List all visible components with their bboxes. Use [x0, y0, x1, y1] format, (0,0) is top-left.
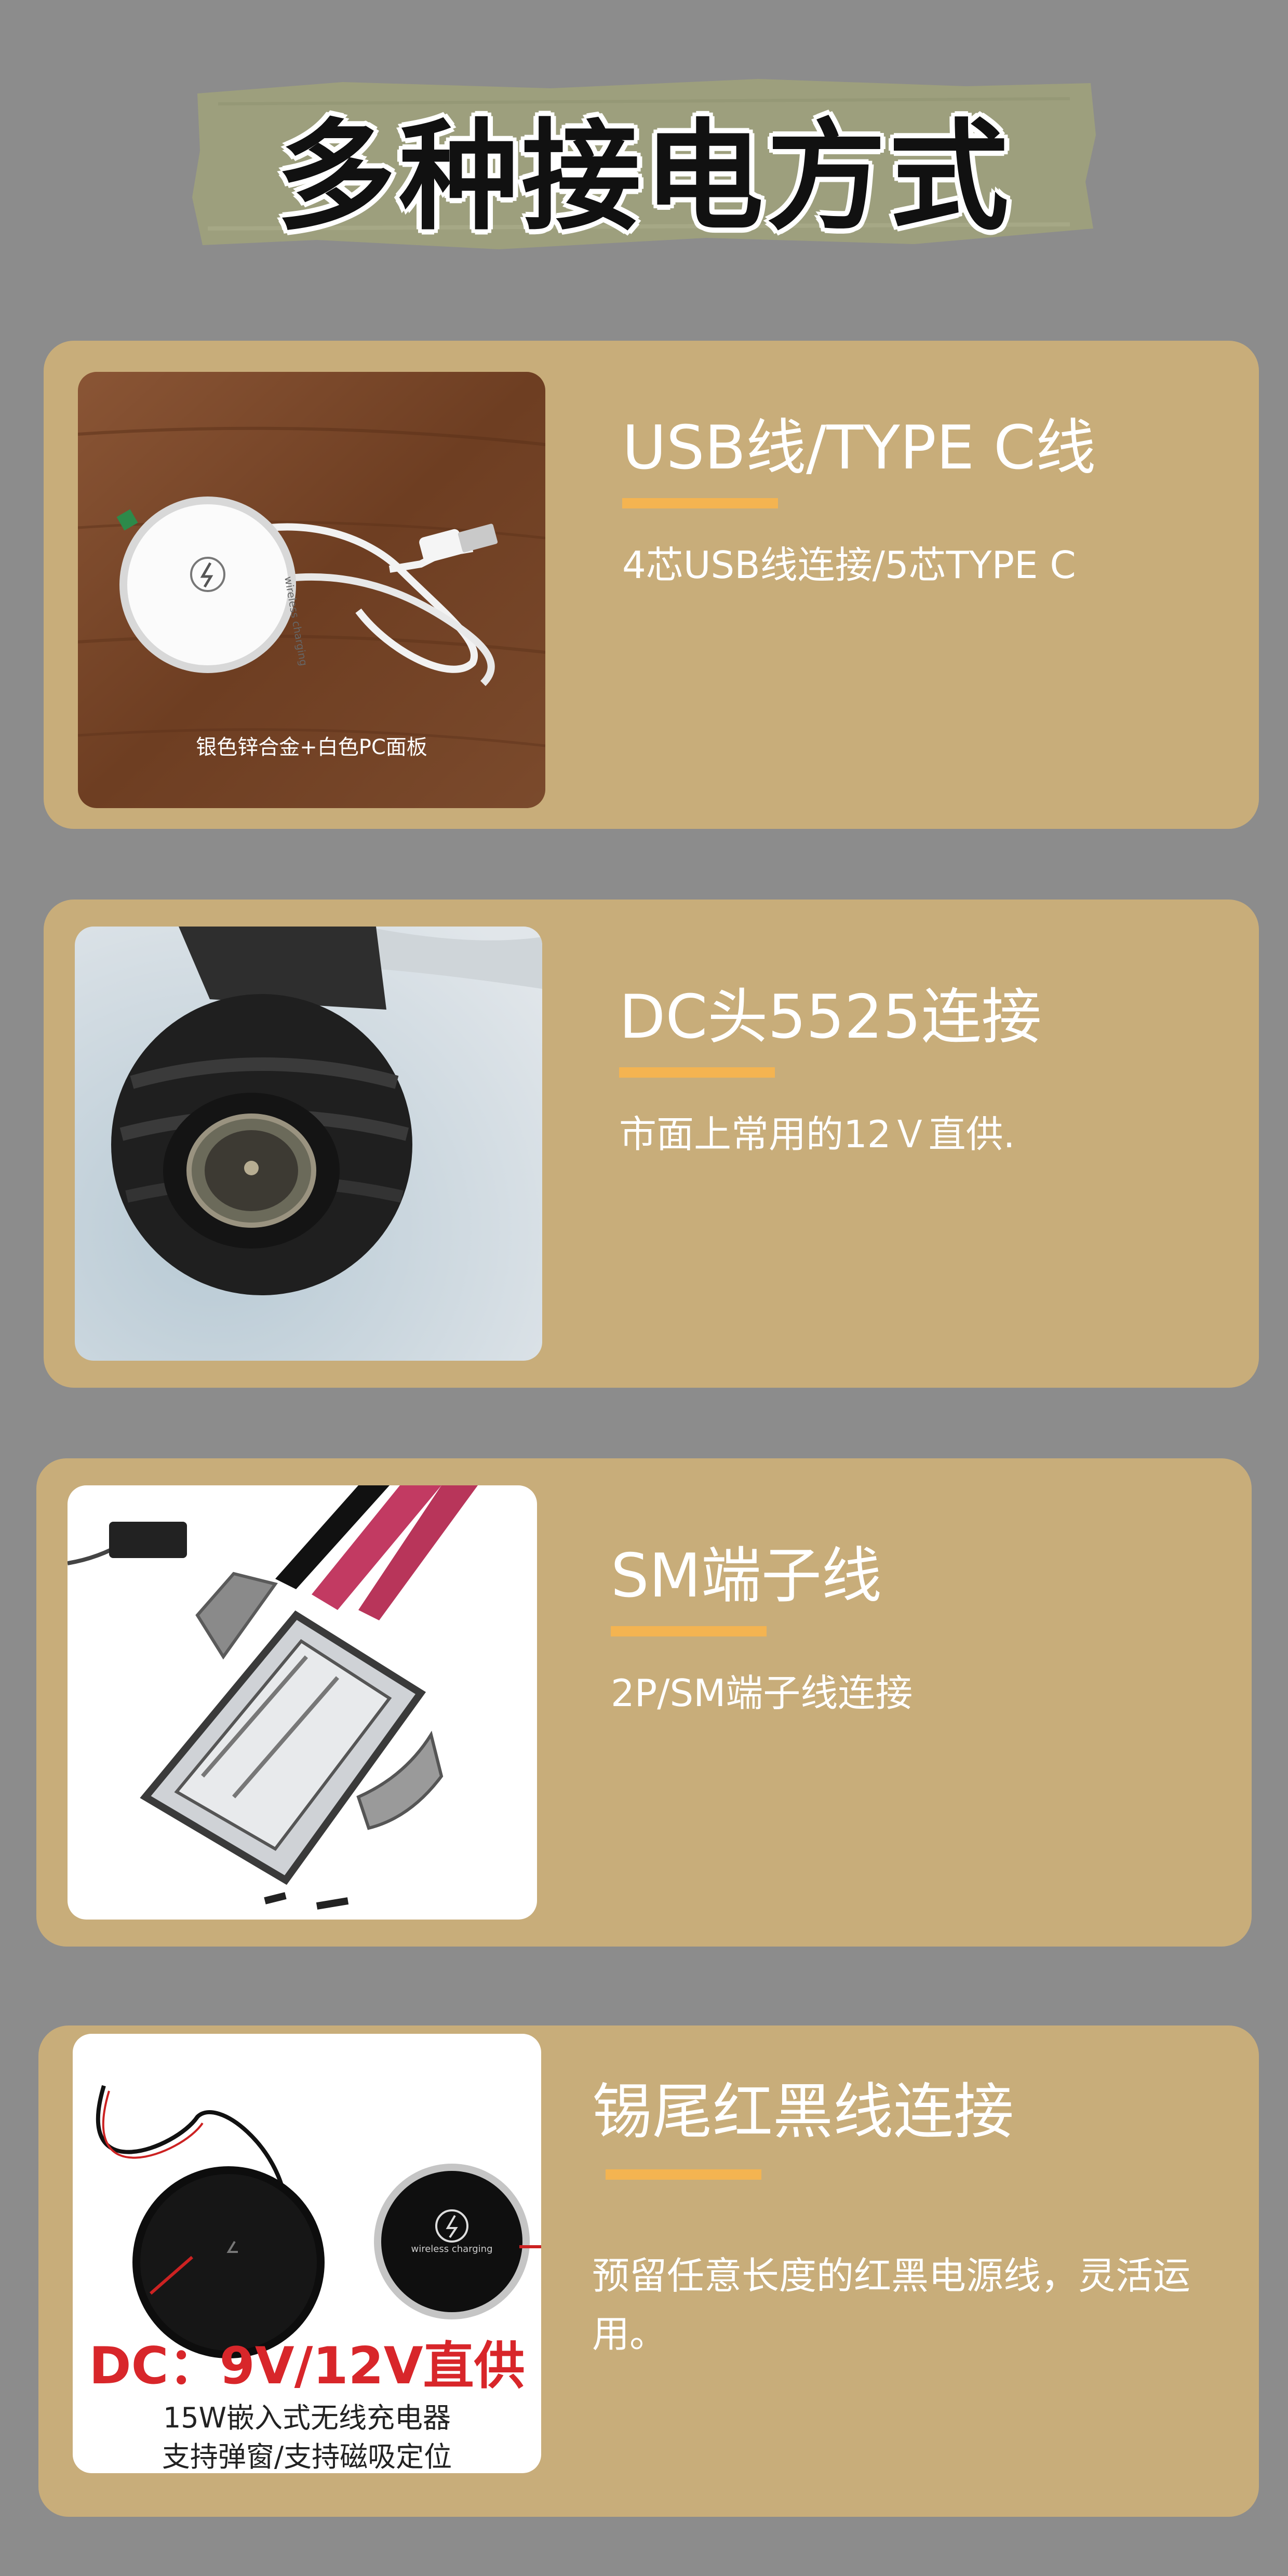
- card-usb: wireless charging 银色锌合金+白色PC面板 USB线/TYPE…: [44, 341, 1259, 829]
- page-title: 多种接电方式: [276, 108, 1012, 247]
- card-description: 预留任意长度的红黑电源线，灵活运用。: [592, 2254, 1191, 2356]
- usb-charger-photo: wireless charging 银色锌合金+白色PC面板: [78, 372, 545, 808]
- card-description: 市面上常用的12Ｖ直供.: [619, 1112, 1015, 1157]
- photo-line-1: 15W嵌入式无线充电器: [163, 2401, 451, 2434]
- card-info: 锡尾红黑线连接 预留任意长度的红黑电源线，灵活运用。: [592, 2077, 1215, 2364]
- photo-caption: 银色锌合金+白色PC面板: [196, 735, 427, 759]
- photo-headline: DC：9V/12V直供: [89, 2337, 525, 2396]
- card-info: SM端子线 2P/SM端子线连接: [611, 1541, 1208, 1723]
- card-red-black-wire: wireless charging DC：9V/12V直供 15W嵌入式无线充电…: [38, 2025, 1259, 2517]
- photo-line-2: 支持弹窗/支持磁吸定位: [162, 2440, 452, 2473]
- accent-line: [606, 2169, 761, 2180]
- card-title: 锡尾红黑线连接: [592, 2077, 1014, 2147]
- card-title: DC头5525连接: [619, 982, 1042, 1052]
- card-title: SM端子线: [611, 1541, 882, 1611]
- accent-line: [611, 1626, 767, 1637]
- card-description: 4芯USB线连接/5芯TYPE C: [622, 543, 1076, 587]
- wired-charger-photo: wireless charging DC：9V/12V直供 15W嵌入式无线充电…: [73, 2034, 541, 2473]
- photo-pad-print: wireless charging: [411, 2244, 493, 2255]
- title-banner: 多种接电方式: [187, 73, 1101, 260]
- card-info: USB线/TYPE C线 4芯USB线连接/5芯TYPE C: [622, 413, 1219, 595]
- dc-jack-photo: [75, 927, 542, 1361]
- accent-line: [622, 498, 778, 509]
- card-description: 2P/SM端子线连接: [611, 1671, 913, 1715]
- card-sm-terminal: SM端子线 2P/SM端子线连接: [36, 1458, 1252, 1947]
- card-dc5525: DC头5525连接 市面上常用的12Ｖ直供.: [44, 900, 1259, 1388]
- card-info: DC头5525连接 市面上常用的12Ｖ直供.: [619, 983, 1216, 1164]
- card-title: USB线/TYPE C线: [622, 413, 1096, 483]
- sm-terminal-photo: [68, 1485, 537, 1920]
- accent-line: [619, 1067, 775, 1078]
